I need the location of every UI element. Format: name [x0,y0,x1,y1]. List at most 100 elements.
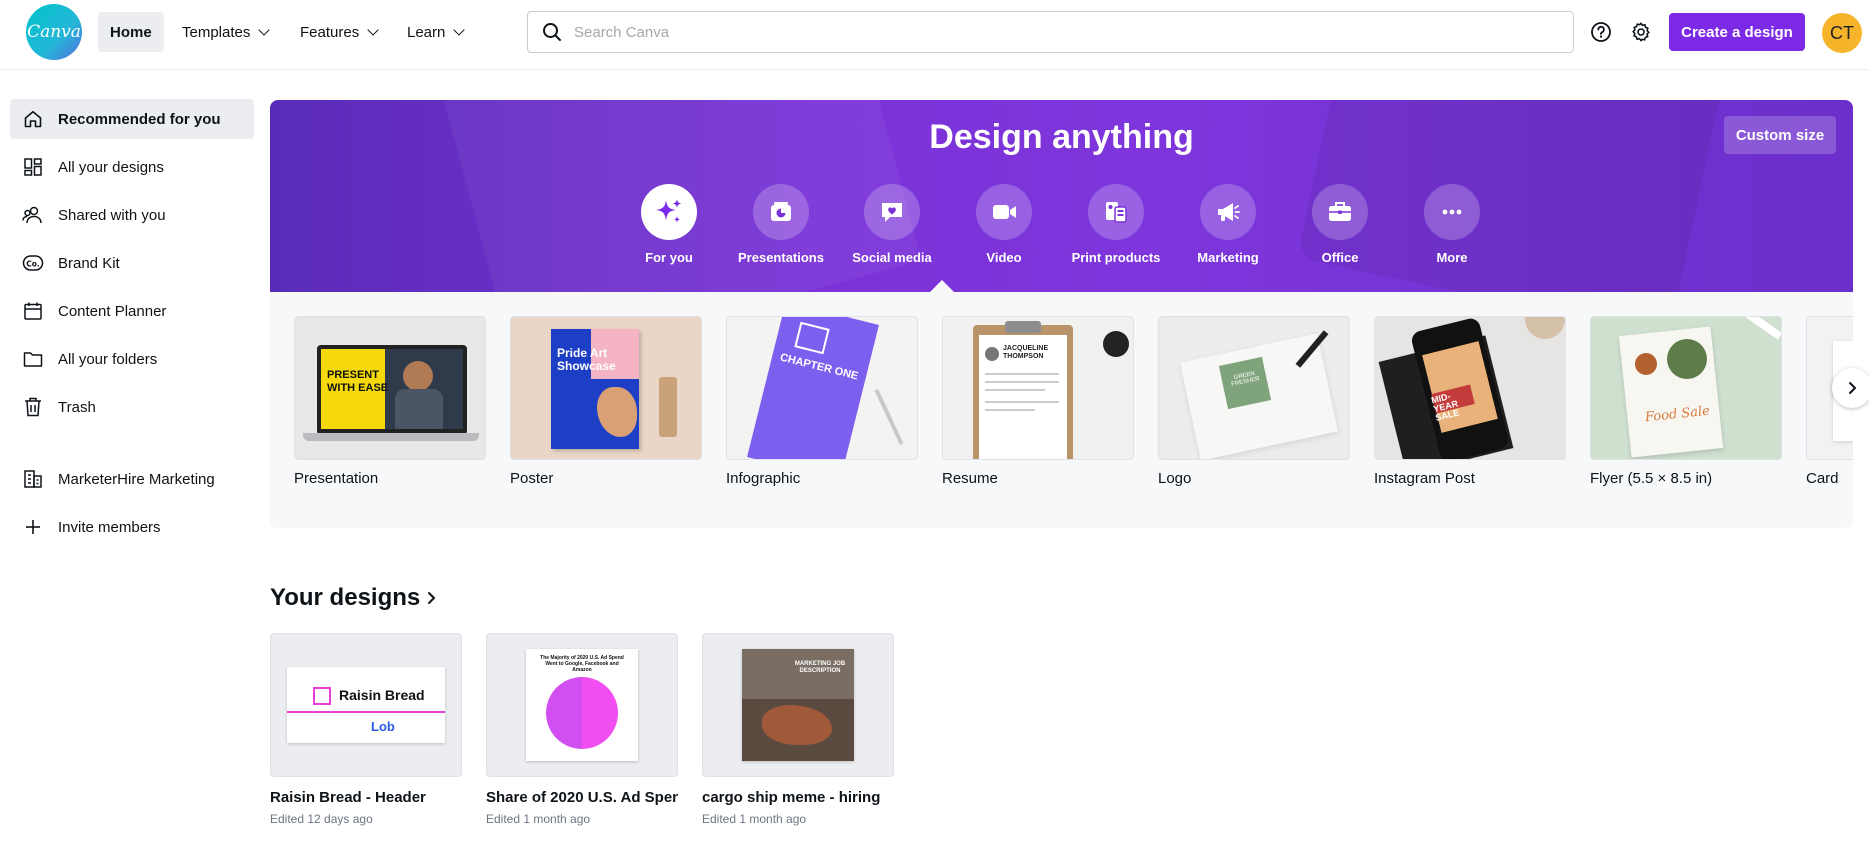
nav-learn-label: Learn [407,23,446,41]
template-tile[interactable]: CHAPTER ONE Infographic [726,316,918,487]
nav-templates[interactable]: Templates [170,12,280,52]
template-thumbnail: JACQUELINE THOMPSON [942,316,1134,460]
template-tile[interactable]: JACQUELINE THOMPSON Resume [942,316,1134,487]
sidebar-item-brand-kit[interactable]: Co. Brand Kit [10,243,254,283]
category-video[interactable]: Video [949,184,1059,265]
template-tile[interactable]: Pride Art Showcase Poster [510,316,702,487]
megaphone-icon [1200,184,1256,240]
design-card[interactable]: The Majority of 2020 U.S. Ad Spend Went … [486,633,678,826]
raisin-logo-icon [313,687,331,705]
carousel-next-button[interactable] [1832,368,1869,408]
nav-templates-label: Templates [182,23,251,41]
create-design-button[interactable]: Create a design [1669,13,1805,51]
template-label: Resume [942,470,998,487]
template-tile[interactable]: MID-YEAR SALE Instagram Post [1374,316,1566,487]
your-designs-heading[interactable]: Your designs [270,584,438,612]
design-name: Raisin Bread - Header [270,789,426,806]
thumbnail-text: The Majority of 2020 U.S. Ad Spend Went … [540,655,624,673]
logo-text: Canva [27,22,81,42]
design-card[interactable]: Raisin Bread Lob Raisin Bread - Header E… [270,633,462,826]
design-name: cargo ship meme - hiring [702,789,881,806]
nav-features[interactable]: Features [288,12,389,52]
category-label: Marketing [1197,250,1259,265]
help-button[interactable] [1585,16,1617,48]
help-icon [1591,22,1611,42]
sidebar-item-recommended[interactable]: Recommended for you [10,99,254,139]
design-edited-time: Edited 1 month ago [486,812,591,826]
template-thumbnail: MID-YEAR SALE [1374,316,1566,460]
template-thumbnail: CHAPTER ONE [726,316,918,460]
nav-home[interactable]: Home [98,12,164,52]
calendar-icon [22,300,44,322]
sidebar-item-folders[interactable]: All your folders [10,339,254,379]
design-thumbnail: The Majority of 2020 U.S. Ad Spend Went … [486,633,678,777]
template-thumbnail: PRESENT WITH EASE [294,316,486,460]
canva-logo[interactable]: Canva [26,4,82,60]
heart-chat-icon [864,184,920,240]
active-category-pointer [930,280,954,292]
folder-icon [22,348,44,370]
chevron-down-icon [453,24,466,36]
category-label: Social media [852,250,932,265]
template-thumbnail: Pride Art Showcase [510,316,702,460]
template-label: Instagram Post [1374,470,1475,487]
category-social-media[interactable]: Social media [837,184,947,265]
search-input[interactable] [574,23,1474,41]
video-icon [976,184,1032,240]
banner-title: Design anything [929,118,1194,156]
chevron-right-icon [1849,382,1856,394]
building-icon [22,468,44,490]
thumbnail-text: MARKETING JOB DESCRIPTION [794,661,846,674]
nav-learn[interactable]: Learn [395,12,475,52]
category-for-you[interactable]: For you [614,184,724,265]
avatar[interactable]: CT [1822,13,1862,53]
plus-icon [22,516,44,538]
category-presentations[interactable]: Presentations [726,184,836,265]
search-bar[interactable] [527,11,1574,53]
brand-kit-icon: Co. [22,252,44,274]
sidebar-item-shared[interactable]: Shared with you [10,195,254,235]
home-icon [22,108,44,130]
sidebar-item-invite[interactable]: Invite members [10,507,254,547]
more-icon [1424,184,1480,240]
custom-size-button[interactable]: Custom size [1724,116,1836,154]
grid-icon [22,156,44,178]
template-tile[interactable]: PRESENT WITH EASE Presentation [294,316,486,487]
category-marketing[interactable]: Marketing [1173,184,1283,265]
sidebar-item-label: Invite members [58,518,161,536]
category-label: Video [986,250,1022,265]
design-thumbnail: MARKETING JOB DESCRIPTION [702,633,894,777]
thumbnail-text: JACQUELINE THOMPSON [1003,345,1049,360]
design-card[interactable]: MARKETING JOB DESCRIPTION cargo ship mem… [702,633,894,826]
template-label: Poster [510,470,554,487]
people-icon [22,204,44,226]
sidebar-item-all-designs[interactable]: All your designs [10,147,254,187]
thumbnail-text: PRESENT WITH EASE [327,369,389,394]
sidebar-item-label: Brand Kit [58,254,120,272]
svg-text:Co.: Co. [26,260,40,269]
sidebar-item-label: All your folders [58,350,158,368]
avatar-initials: CT [1830,22,1854,43]
thumbnail-text: Raisin Bread [339,687,425,703]
nav-home-label: Home [110,23,152,41]
category-label: Presentations [738,250,824,265]
sidebar-item-trash[interactable]: Trash [10,387,254,427]
design-edited-time: Edited 12 days ago [270,812,373,826]
category-more[interactable]: More [1397,184,1507,265]
sparkle-icon [641,184,697,240]
sidebar-item-team[interactable]: MarketerHire Marketing [10,459,254,499]
design-thumbnail: Raisin Bread Lob [270,633,462,777]
design-edited-time: Edited 1 month ago [702,812,807,826]
template-tile[interactable]: GREEN FRESHER Logo [1158,316,1350,487]
settings-button[interactable] [1625,16,1657,48]
chevron-down-icon [367,24,379,36]
sidebar-item-content-planner[interactable]: Content Planner [10,291,254,331]
chevron-down-icon [258,24,271,36]
sidebar-item-label: MarketerHire Marketing [58,470,215,488]
create-design-label: Create a design [1681,23,1793,41]
category-office[interactable]: Office [1285,184,1395,265]
template-tile[interactable]: Food Sale Flyer (5.5 × 8.5 in) [1590,316,1782,487]
category-print-products[interactable]: Print products [1061,184,1171,265]
gear-icon [1632,22,1650,42]
template-label: Card [1806,470,1839,487]
